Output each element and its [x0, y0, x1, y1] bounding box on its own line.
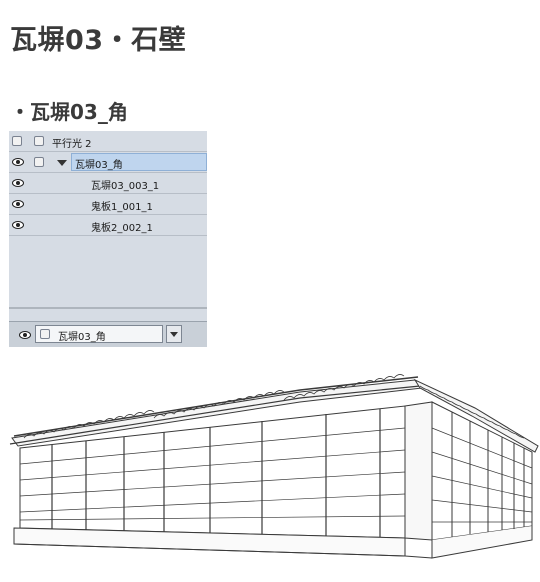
lock-checkbox-icon[interactable]	[34, 157, 44, 167]
layer-row-child[interactable]: 鬼板2_002_1	[9, 215, 207, 236]
current-layer-label: 瓦塀03_角	[58, 332, 106, 343]
layer-row-child[interactable]: 瓦塀03_003_1	[9, 173, 207, 194]
eye-icon[interactable]	[12, 199, 24, 209]
expand-triangle-icon[interactable]	[57, 160, 67, 166]
panel-divider	[9, 307, 207, 309]
checkbox-icon[interactable]	[40, 329, 50, 339]
layer-label: 鬼板1_001_1	[91, 202, 153, 213]
eye-icon[interactable]	[19, 330, 31, 340]
lock-checkbox-icon[interactable]	[34, 136, 44, 146]
visibility-checkbox-icon[interactable]	[12, 136, 22, 146]
eye-icon[interactable]	[12, 178, 24, 188]
layer-panel: 平行光 2 瓦塀03_角 瓦塀03_003_1 鬼板1_001_1 鬼板2_00…	[9, 131, 207, 347]
layer-row-directional-light[interactable]: 平行光 2	[9, 131, 207, 152]
page-title: 瓦塀03・石壁	[10, 25, 187, 56]
current-layer-field[interactable]: 瓦塀03_角	[35, 325, 163, 343]
layer-row-child[interactable]: 鬼板1_001_1	[9, 194, 207, 215]
eye-icon[interactable]	[12, 157, 24, 167]
layer-label: 鬼板2_002_1	[91, 223, 153, 234]
dropdown-arrow-icon[interactable]	[166, 325, 182, 343]
section-title: ・瓦塀03_角	[10, 100, 128, 124]
layer-label: 平行光 2	[52, 139, 92, 150]
layer-label: 瓦塀03_003_1	[91, 181, 160, 192]
layer-label: 瓦塀03_角	[75, 160, 123, 171]
layer-footer-bar: 瓦塀03_角	[9, 321, 207, 347]
eye-icon[interactable]	[12, 220, 24, 230]
layer-row-kawabei03-kado[interactable]: 瓦塀03_角	[9, 152, 207, 173]
kawabei-wall-render	[9, 374, 539, 559]
